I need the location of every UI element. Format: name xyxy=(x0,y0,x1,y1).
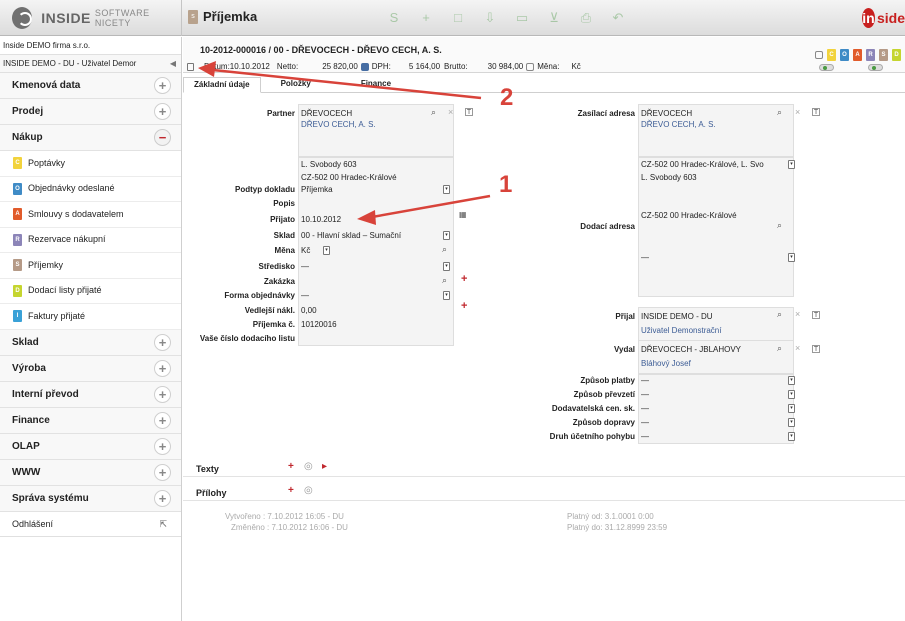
annotation-number-2: 2 xyxy=(500,84,514,111)
arrow-1-head xyxy=(357,210,376,225)
arrow-1-line xyxy=(371,194,491,219)
arrow-2-line xyxy=(212,68,482,100)
annotation-number-1: 1 xyxy=(499,171,513,198)
annotation-arrows xyxy=(198,61,491,225)
arrow-2-head xyxy=(198,61,216,77)
